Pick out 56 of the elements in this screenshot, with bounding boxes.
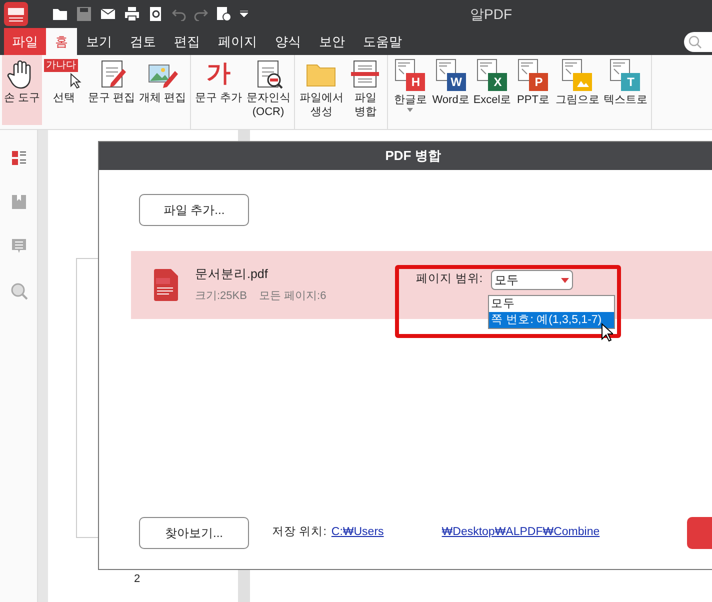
print-icon[interactable] bbox=[124, 6, 140, 22]
print-preview-icon[interactable] bbox=[148, 6, 164, 22]
page-clock-icon[interactable] bbox=[216, 6, 232, 22]
file-menu-tab[interactable]: 파일 bbox=[4, 28, 46, 55]
undo-icon[interactable] bbox=[172, 7, 186, 21]
redo-icon[interactable] bbox=[194, 7, 208, 21]
search-field[interactable] bbox=[684, 32, 712, 52]
page-number: 2 bbox=[134, 572, 142, 587]
ribbon-button[interactable]: T 텍스트로 bbox=[601, 55, 650, 125]
ribbon-button[interactable]: 손 도구 bbox=[2, 55, 42, 125]
file-size: 크기:25KB bbox=[195, 289, 247, 304]
ribbon-button[interactable]: 그림으로 bbox=[553, 55, 602, 125]
ribbon-button[interactable]: 문자인식 (OCR) bbox=[244, 55, 292, 125]
file-name: 문서분리.pdf bbox=[195, 266, 269, 284]
ribbon-button[interactable]: W Word로 bbox=[430, 55, 472, 125]
ribbon-button[interactable]: 가 문구 추가 bbox=[193, 55, 244, 125]
caret-icon bbox=[560, 278, 569, 282]
mail-icon[interactable] bbox=[100, 6, 116, 22]
caret-icon bbox=[407, 108, 414, 112]
page-count: 모든 페이지:6 bbox=[258, 289, 326, 304]
menu-tab[interactable]: 보기 bbox=[77, 28, 121, 55]
save-location-label: 저장 위치: bbox=[272, 525, 326, 540]
dropdown-option[interactable]: 모두 bbox=[489, 296, 614, 312]
ribbon-button[interactable]: H 한글로 bbox=[390, 55, 430, 125]
page-range-label: 페이지 범위: bbox=[416, 272, 483, 288]
dialog-title: PDF 병합 bbox=[385, 147, 441, 166]
browse-button[interactable]: 찾아보기... bbox=[139, 517, 249, 549]
menu-tab[interactable]: 도움말 bbox=[354, 28, 411, 55]
save-icon[interactable] bbox=[76, 6, 92, 22]
ribbon-button[interactable]: 개체 편집 bbox=[137, 55, 188, 125]
page-range-dropdown[interactable]: 모두 bbox=[490, 270, 573, 290]
folder-icon[interactable] bbox=[52, 6, 68, 22]
ribbon-button[interactable]: 파일 병합 bbox=[345, 55, 386, 125]
convert-file-icon bbox=[560, 59, 594, 91]
menu-tab[interactable]: 검토 bbox=[121, 28, 165, 55]
menu-tab[interactable]: 보안 bbox=[310, 28, 354, 55]
app-logo-icon bbox=[4, 2, 28, 26]
save-path-link[interactable]: C:₩Users bbox=[331, 524, 384, 542]
ribbon-button[interactable]: 파일에서 생성 bbox=[297, 55, 346, 125]
ribbon-button[interactable]: P PPT로 bbox=[513, 55, 554, 125]
dropdown-caret-icon[interactable] bbox=[240, 10, 248, 18]
menu-tab[interactable]: 홈 bbox=[46, 28, 77, 55]
dropdown-option[interactable]: 쪽 번호: 예(1,3,5,1-7) bbox=[489, 312, 614, 328]
ribbon-button[interactable]: X Excel로 bbox=[471, 55, 514, 125]
menu-tab[interactable]: 양식 bbox=[266, 28, 310, 55]
add-file-button[interactable]: 파일 추가... bbox=[139, 194, 249, 226]
pdf-file-icon bbox=[153, 269, 179, 301]
save-path-link[interactable]: ₩Desktop₩ALPDF₩Combine bbox=[442, 524, 600, 542]
thumbnails-icon[interactable] bbox=[10, 150, 26, 166]
search-icon bbox=[688, 35, 702, 49]
ribbon-button[interactable]: 문구 편집 bbox=[86, 55, 138, 125]
window-title: 알PDF bbox=[470, 4, 512, 24]
ribbon-button[interactable]: 가나다 선택 bbox=[42, 55, 86, 125]
add-text-icon: 가 bbox=[206, 59, 231, 89]
menu-tab[interactable]: 편집 bbox=[165, 28, 209, 55]
menu-tab[interactable]: 페이지 bbox=[209, 28, 266, 55]
